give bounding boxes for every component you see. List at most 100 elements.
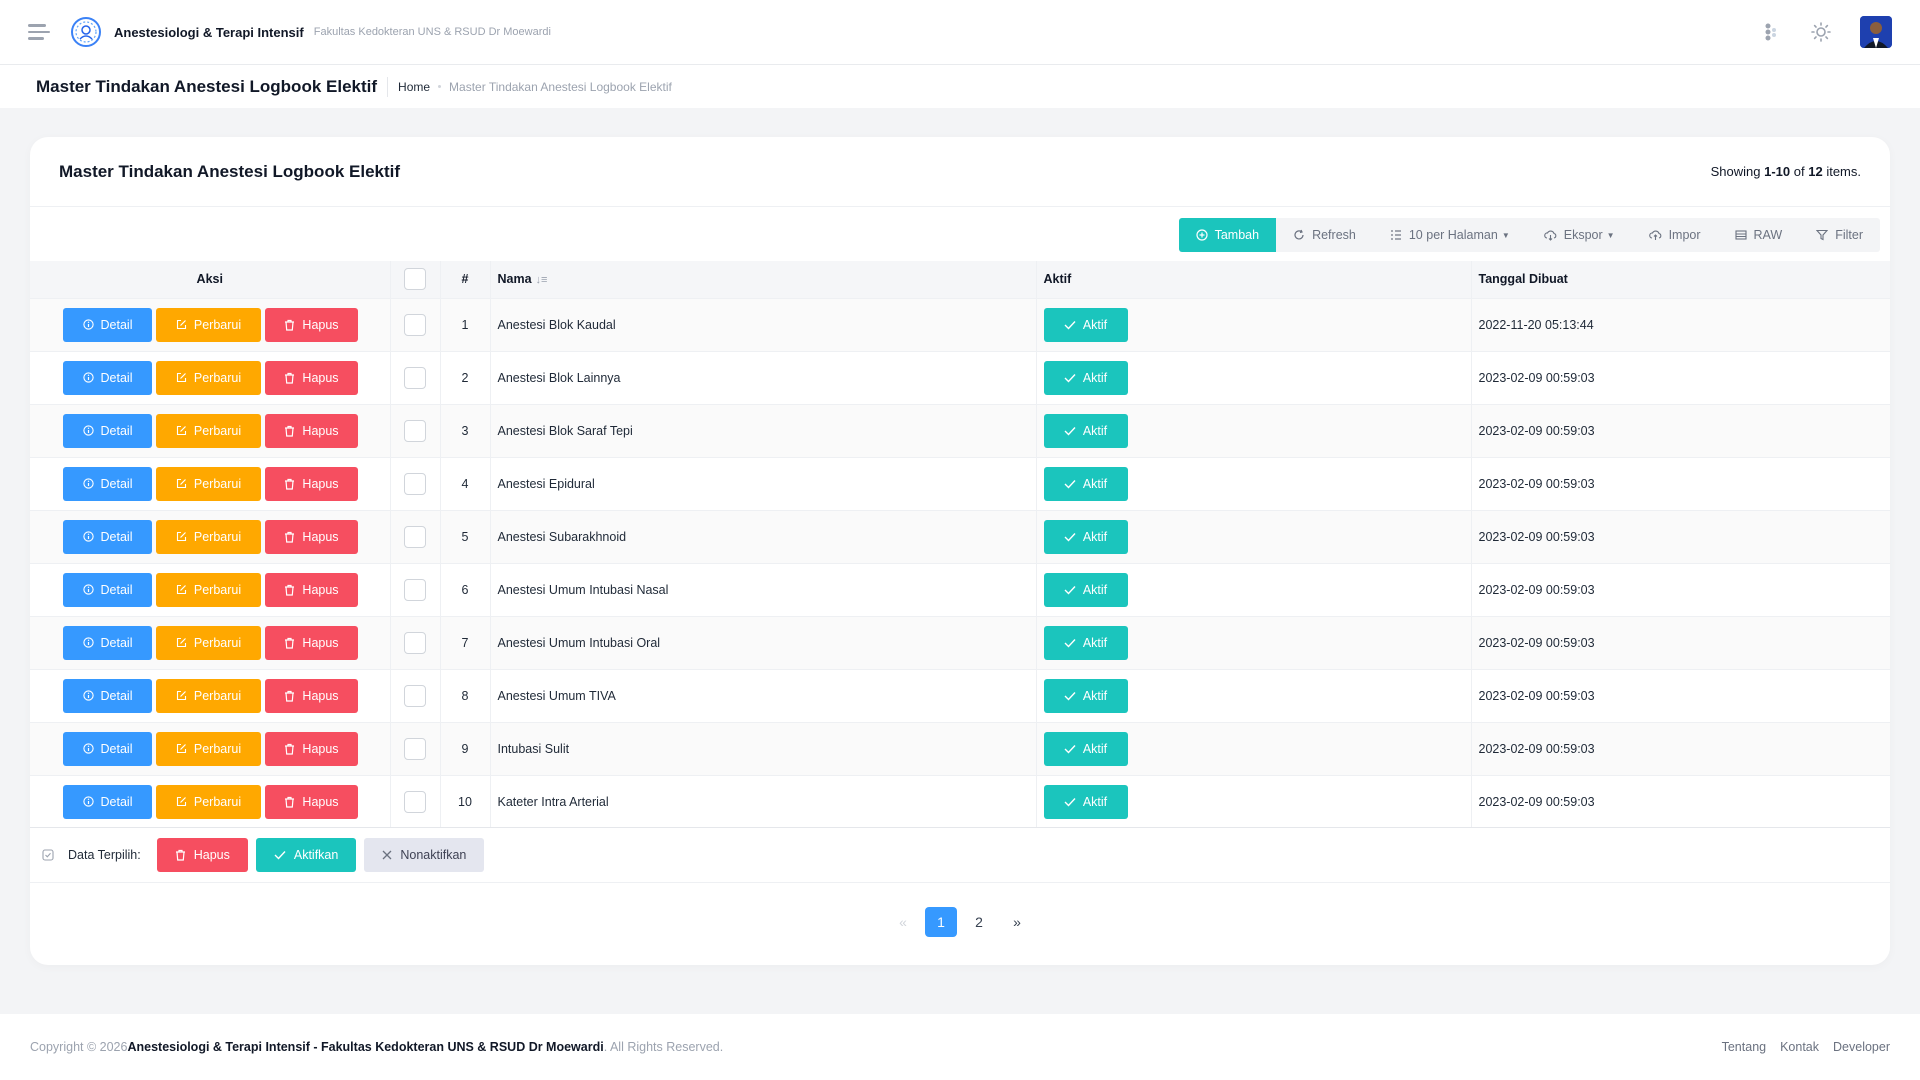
perbarui-label: Perbarui [193, 635, 242, 650]
cell-no: 4 [440, 456, 491, 510]
hapus-button[interactable]: Hapus [265, 360, 358, 395]
bulk-aktifkan-button[interactable]: Aktifkan [255, 838, 357, 872]
info-icon [82, 584, 94, 595]
detail-button[interactable]: Detail [63, 625, 152, 660]
footer-link-developer[interactable]: Developer [1833, 1040, 1890, 1054]
cell-nama: Anestesi Blok Kaudal [490, 297, 1037, 351]
detail-button[interactable]: Detail [63, 413, 152, 448]
pagination-prev[interactable]: « [887, 907, 919, 937]
bulk-hapus-button[interactable]: Hapus [156, 838, 248, 872]
check-icon [1064, 320, 1076, 330]
aktif-status-button[interactable]: Aktif [1043, 519, 1128, 554]
row-checkbox[interactable] [404, 525, 426, 548]
detail-button[interactable]: Detail [63, 519, 152, 554]
per-page-dropdown[interactable]: 10 per Halaman ▼ [1373, 218, 1527, 252]
perbarui-button[interactable]: Perbarui [156, 360, 261, 395]
impor-button[interactable]: Impor [1632, 218, 1718, 252]
check-icon [1064, 638, 1076, 648]
hapus-button[interactable]: Hapus [265, 731, 358, 766]
apps-icon[interactable] [1760, 21, 1782, 43]
row-checkbox[interactable] [404, 472, 426, 495]
hapus-button[interactable]: Hapus [265, 678, 358, 713]
aktif-status-button[interactable]: Aktif [1043, 678, 1128, 713]
hapus-button[interactable]: Hapus [265, 519, 358, 554]
row-checkbox[interactable] [404, 790, 426, 813]
perbarui-button[interactable]: Perbarui [156, 466, 261, 501]
raw-button[interactable]: RAW [1718, 218, 1800, 252]
aktif-status-button[interactable]: Aktif [1043, 784, 1128, 819]
row-checkbox[interactable] [404, 313, 426, 336]
detail-button[interactable]: Detail [63, 784, 152, 819]
detail-button[interactable]: Detail [63, 360, 152, 395]
aktif-status-button[interactable]: Aktif [1043, 360, 1128, 395]
cell-no: 3 [440, 403, 491, 457]
pagination-next[interactable]: » [1001, 907, 1033, 937]
user-avatar[interactable] [1860, 16, 1892, 48]
perbarui-button[interactable]: Perbarui [156, 519, 261, 554]
tambah-button[interactable]: Tambah [1178, 218, 1277, 252]
info-icon [82, 743, 94, 754]
hapus-button[interactable]: Hapus [265, 466, 358, 501]
theme-toggle-icon[interactable] [1810, 21, 1832, 43]
aktif-status-button[interactable]: Aktif [1043, 572, 1128, 607]
aktif-status-button[interactable]: Aktif [1043, 625, 1128, 660]
edit-icon [176, 372, 186, 383]
pagination-page-1[interactable]: 1 [925, 907, 957, 937]
row-checkbox[interactable] [404, 684, 426, 707]
hapus-button[interactable]: Hapus [265, 413, 358, 448]
menu-toggle-icon[interactable] [28, 20, 52, 44]
perbarui-button[interactable]: Perbarui [156, 413, 261, 448]
per-page-label: 10 per Halaman [1408, 228, 1498, 242]
breadcrumb-home[interactable]: Home [398, 80, 430, 94]
hapus-button[interactable]: Hapus [265, 307, 358, 342]
cell-tanggal: 2023-02-09 00:59:03 [1471, 668, 1890, 722]
detail-label: Detail [100, 370, 133, 385]
aktif-status-button[interactable]: Aktif [1043, 731, 1128, 766]
detail-button[interactable]: Detail [63, 572, 152, 607]
perbarui-button[interactable]: Perbarui [156, 307, 261, 342]
detail-label: Detail [100, 688, 133, 703]
info-icon [82, 478, 94, 489]
trash-icon [285, 690, 295, 702]
cell-no: 10 [440, 774, 491, 828]
sort-ascending-icon[interactable]: ↓≡ [536, 274, 548, 286]
perbarui-button[interactable]: Perbarui [156, 784, 261, 819]
hapus-button[interactable]: Hapus [265, 572, 358, 607]
logo-icon[interactable] [70, 16, 102, 48]
aktif-status-button[interactable]: Aktif [1043, 307, 1128, 342]
hapus-button[interactable]: Hapus [265, 784, 358, 819]
header-nama[interactable]: Nama ↓≡ [490, 261, 1037, 298]
ekspor-dropdown[interactable]: Ekspor ▼ [1527, 218, 1632, 252]
header-aktif: Aktif [1036, 261, 1472, 298]
refresh-button[interactable]: Refresh [1276, 218, 1373, 252]
footer-link-tentang[interactable]: Tentang [1722, 1040, 1766, 1054]
detail-button[interactable]: Detail [63, 307, 152, 342]
perbarui-button[interactable]: Perbarui [156, 678, 261, 713]
detail-button[interactable]: Detail [63, 731, 152, 766]
hapus-button[interactable]: Hapus [265, 625, 358, 660]
perbarui-button[interactable]: Perbarui [156, 731, 261, 766]
row-checkbox[interactable] [404, 366, 426, 389]
cell-nama: Anestesi Blok Saraf Tepi [490, 403, 1037, 457]
page-title: Master Tindakan Anestesi Logbook Elektif [36, 76, 389, 97]
row-checkbox[interactable] [404, 419, 426, 442]
footer-org[interactable]: Anestesiologi & Terapi Intensif - Fakult… [127, 1040, 603, 1054]
aktif-status-button[interactable]: Aktif [1043, 413, 1128, 448]
row-checkbox[interactable] [404, 578, 426, 601]
aktif-status-button[interactable]: Aktif [1043, 466, 1128, 501]
row-checkbox[interactable] [404, 631, 426, 654]
trash-icon [285, 319, 295, 331]
bulk-nonaktifkan-button[interactable]: Nonaktifkan [364, 838, 485, 872]
perbarui-label: Perbarui [193, 529, 242, 544]
perbarui-button[interactable]: Perbarui [156, 572, 261, 607]
cell-tanggal: 2023-02-09 00:59:03 [1471, 721, 1890, 775]
select-all-checkbox[interactable] [404, 268, 426, 291]
perbarui-button[interactable]: Perbarui [156, 625, 261, 660]
footer-link-kontak[interactable]: Kontak [1780, 1040, 1819, 1054]
filter-button[interactable]: Filter [1799, 218, 1880, 252]
cell-no: 2 [440, 350, 491, 404]
detail-button[interactable]: Detail [63, 678, 152, 713]
row-checkbox[interactable] [404, 737, 426, 760]
detail-button[interactable]: Detail [63, 466, 152, 501]
pagination-page-2[interactable]: 2 [963, 907, 995, 937]
